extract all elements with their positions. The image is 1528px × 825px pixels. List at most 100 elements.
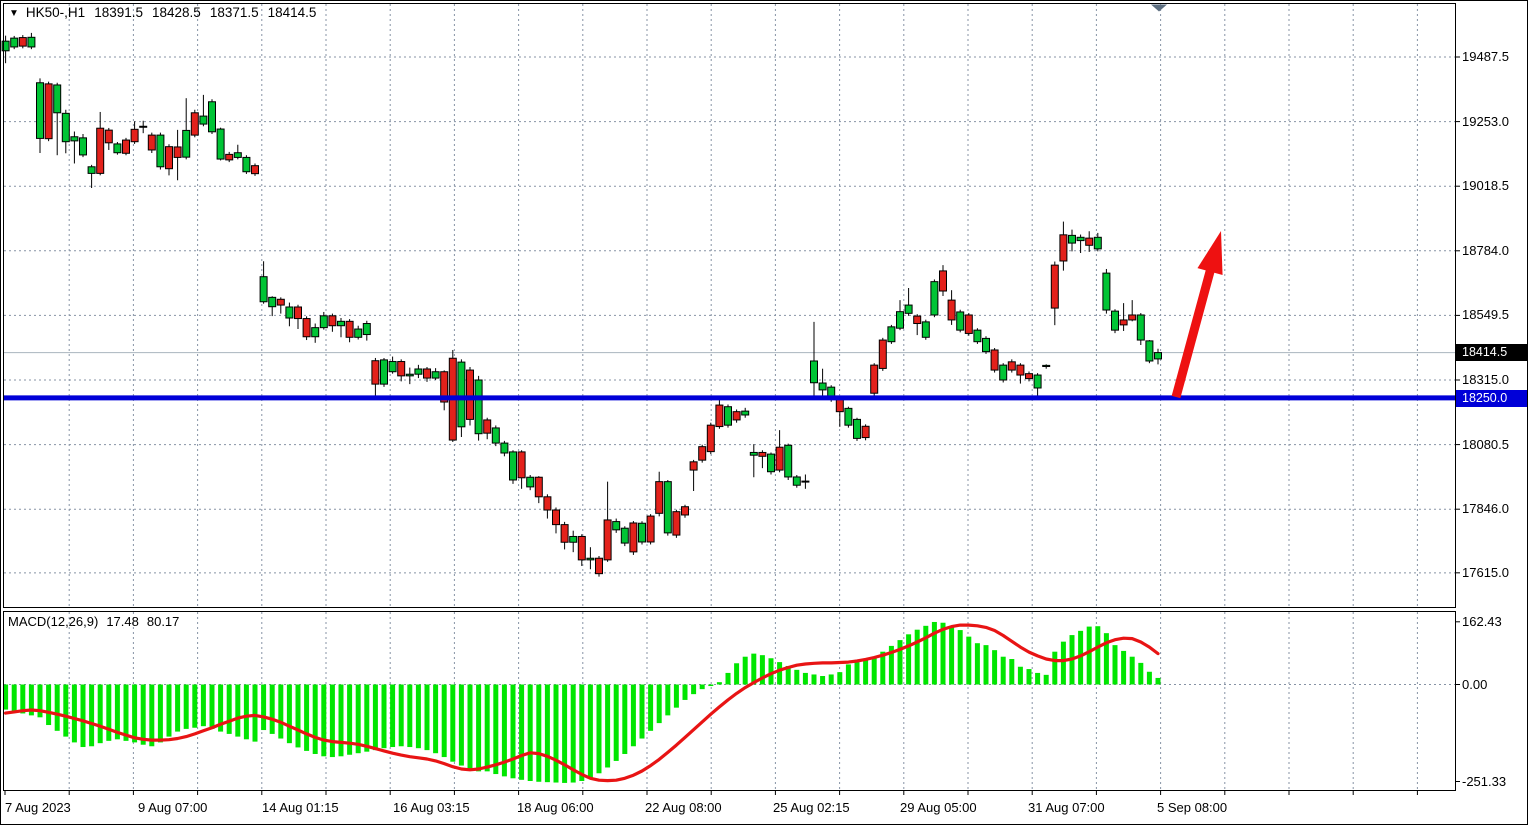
candle	[363, 324, 370, 335]
macd-bar	[278, 685, 283, 739]
indicator-name: MACD(12,26,9)	[8, 614, 98, 629]
macd-bar	[321, 685, 326, 757]
candle	[1000, 365, 1007, 380]
candle	[475, 380, 482, 434]
candle	[80, 138, 87, 155]
candle	[776, 447, 783, 470]
candle	[338, 321, 345, 325]
macd-bar	[528, 685, 533, 782]
candle	[148, 135, 155, 150]
candle	[828, 387, 835, 396]
candle	[269, 297, 276, 306]
macd-bar	[949, 627, 954, 685]
candle	[707, 425, 714, 451]
candle	[183, 130, 190, 157]
macd-bar	[519, 685, 524, 780]
candle	[983, 338, 990, 351]
candle	[88, 167, 95, 174]
price-axis-label: 19487.5	[1462, 49, 1509, 64]
candle	[260, 277, 267, 302]
candle	[424, 369, 431, 378]
candle	[432, 372, 439, 378]
candle	[974, 330, 981, 342]
candle	[630, 523, 637, 552]
candle	[862, 426, 869, 437]
macd-bar	[485, 685, 490, 772]
macd-bar	[1087, 627, 1092, 685]
candle	[879, 340, 886, 368]
time-axis[interactable]: 7 Aug 20239 Aug 07:0014 Aug 01:1516 Aug …	[0, 796, 1456, 825]
macd-bar	[89, 685, 94, 747]
macd-axis-label: 0.00	[1462, 677, 1487, 692]
macd-bar	[597, 685, 602, 774]
macd-bar	[132, 685, 137, 743]
macd-bar	[734, 663, 739, 684]
candle	[587, 558, 594, 560]
macd-bar	[210, 685, 215, 729]
candle	[639, 523, 646, 542]
candle	[458, 362, 465, 427]
price-axis-label: 18784.0	[1462, 243, 1509, 258]
candle	[62, 113, 69, 141]
macd-bar	[631, 685, 636, 747]
candle	[690, 462, 697, 470]
candle	[484, 420, 491, 433]
hline-price-badge: 18250.0	[1456, 390, 1527, 407]
macd-bar	[941, 623, 946, 685]
candle	[381, 360, 388, 384]
macd-bar	[906, 634, 911, 684]
candle	[1112, 311, 1119, 330]
candle	[578, 536, 585, 559]
candle	[510, 452, 517, 480]
candle	[991, 350, 998, 370]
macd-bar	[992, 650, 997, 684]
candle	[295, 307, 302, 319]
macd-bar	[665, 685, 670, 716]
candle	[11, 38, 18, 47]
macd-bar	[433, 685, 438, 754]
macd-bar	[1018, 667, 1023, 685]
candle	[922, 322, 929, 337]
price-axis[interactable]: 19487.519253.019018.518784.018549.518315…	[1460, 0, 1528, 825]
time-axis-label: 18 Aug 06:00	[517, 800, 594, 815]
candle	[355, 329, 362, 337]
candle	[398, 362, 405, 376]
macd-bar	[63, 685, 68, 737]
trend-arrow-head[interactable]	[1197, 231, 1222, 275]
macd-bar	[545, 685, 550, 783]
macd-bar	[149, 685, 154, 747]
candle	[320, 316, 327, 328]
macd-bar	[803, 673, 808, 685]
time-axis-label: 9 Aug 07:00	[138, 800, 207, 815]
macd-bar	[726, 673, 731, 685]
candle	[819, 383, 826, 390]
candle	[389, 362, 396, 372]
macd-bar	[141, 685, 146, 745]
time-axis-label: 25 Aug 02:15	[773, 800, 850, 815]
macd-bar	[72, 685, 77, 743]
candle	[45, 84, 52, 139]
macd-bar	[270, 685, 275, 734]
candle	[845, 408, 852, 425]
time-axis-label: 29 Aug 05:00	[900, 800, 977, 815]
trend-arrow-shaft[interactable]	[1176, 266, 1212, 397]
macd-bar	[648, 685, 653, 731]
macd-bar	[46, 685, 51, 726]
macd-bar	[167, 685, 172, 737]
candle	[716, 405, 723, 426]
candle	[673, 512, 680, 535]
candle	[1077, 237, 1084, 240]
macd-bar	[98, 685, 103, 744]
symbol-dropdown-icon[interactable]: ▼	[9, 8, 19, 19]
candle	[854, 419, 861, 438]
macd-bar	[468, 685, 473, 769]
chart-surface[interactable]	[0, 0, 1528, 825]
candle	[209, 102, 216, 132]
macd-bar	[364, 685, 369, 752]
macd-bar	[1009, 659, 1014, 684]
macd-bar	[820, 676, 825, 684]
candle	[836, 398, 843, 411]
macd-bar	[958, 630, 963, 684]
candle	[191, 113, 198, 135]
candle	[1155, 353, 1162, 359]
